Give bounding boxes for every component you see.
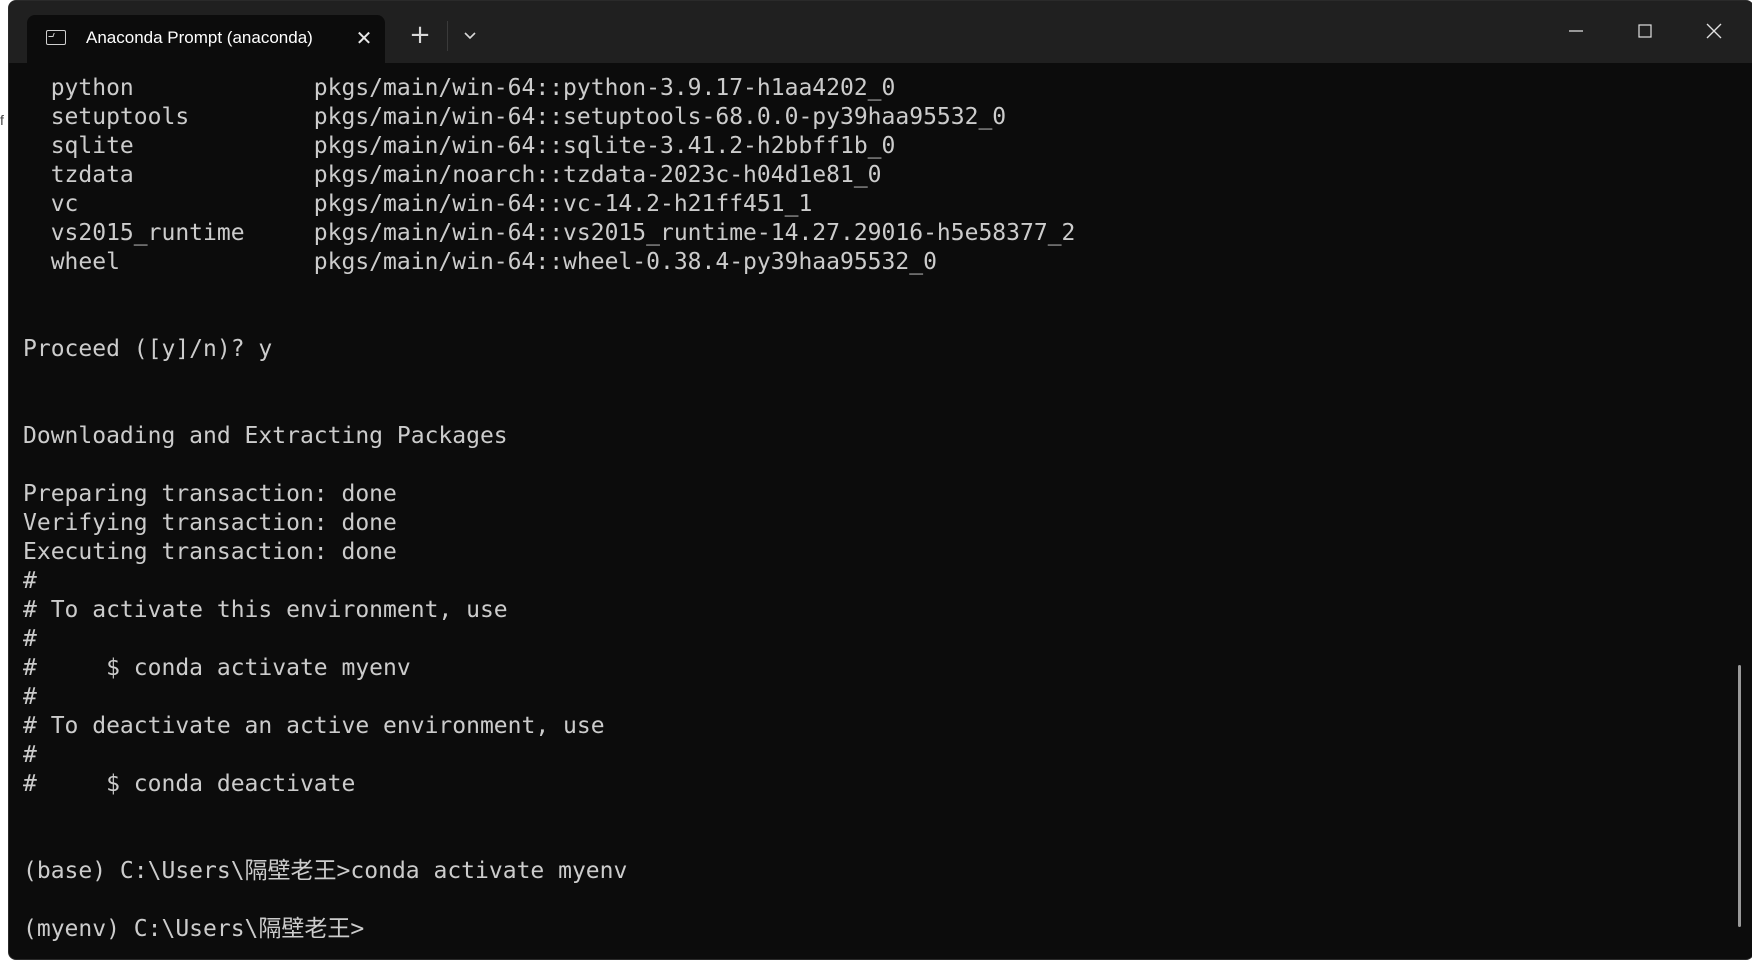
console-line: # — [23, 568, 37, 594]
tab-separator — [447, 21, 448, 51]
console-line: # — [23, 742, 37, 768]
console-line: # — [23, 626, 37, 652]
console-line: # — [23, 684, 37, 710]
tab-anaconda-prompt[interactable]: Anaconda Prompt (anaconda) ✕ — [27, 15, 385, 63]
console-line: Proceed ([y]/n)? y — [23, 336, 273, 362]
console-output[interactable]: python pkgs/main/win-64::python-3.9.17-h… — [9, 63, 1733, 959]
console-line: tzdata pkgs/main/noarch::tzdata-2023c-h0… — [23, 162, 882, 188]
tab-title: Anaconda Prompt (anaconda) — [86, 28, 313, 47]
maximize-button[interactable] — [1622, 13, 1668, 49]
minimize-icon — [1569, 30, 1583, 32]
console-line: (myenv) C:\Users\隔壁老王> — [23, 916, 365, 942]
console-line: Verifying transaction: done — [23, 510, 397, 536]
close-tab-icon[interactable]: ✕ — [353, 27, 375, 49]
new-tab-button[interactable]: + — [405, 21, 435, 51]
console-text: python pkgs/main/win-64::python-3.9.17-h… — [23, 74, 1075, 944]
console-line: vc pkgs/main/win-64::vc-14.2-h21ff451_1 — [23, 191, 813, 217]
console-line: sqlite pkgs/main/win-64::sqlite-3.41.2-h… — [23, 133, 896, 159]
chevron-down-icon[interactable] — [457, 23, 483, 49]
console-line: # To activate this environment, use — [23, 597, 508, 623]
console-line: # $ conda deactivate — [23, 771, 356, 797]
console-line: Executing transaction: done — [23, 539, 397, 565]
close-icon — [1706, 23, 1722, 39]
terminal-window: Anaconda Prompt (anaconda) ✕ + python pk… — [8, 0, 1752, 960]
console-line: python pkgs/main/win-64::python-3.9.17-h… — [23, 75, 896, 101]
console-line: # $ conda activate myenv — [23, 655, 411, 681]
edge-glyph: f — [0, 112, 4, 128]
scrollbar-thumb[interactable] — [1738, 665, 1741, 927]
terminal-icon — [46, 30, 66, 45]
close-window-button[interactable] — [1691, 13, 1737, 49]
maximize-icon — [1638, 24, 1652, 38]
console-line: wheel pkgs/main/win-64::wheel-0.38.4-py3… — [23, 249, 937, 275]
console-line: Preparing transaction: done — [23, 481, 397, 507]
minimize-button[interactable] — [1553, 13, 1599, 49]
console-line: vs2015_runtime pkgs/main/win-64::vs2015_… — [23, 220, 1076, 246]
console-line: setuptools pkgs/main/win-64::setuptools-… — [23, 104, 1007, 130]
title-bar[interactable]: Anaconda Prompt (anaconda) ✕ + — [9, 1, 1752, 63]
console-line: (base) C:\Users\隔壁老王>conda activate myen… — [23, 858, 628, 884]
console-line: Downloading and Extracting Packages — [23, 423, 508, 449]
console-line: # To deactivate an active environment, u… — [23, 713, 605, 739]
